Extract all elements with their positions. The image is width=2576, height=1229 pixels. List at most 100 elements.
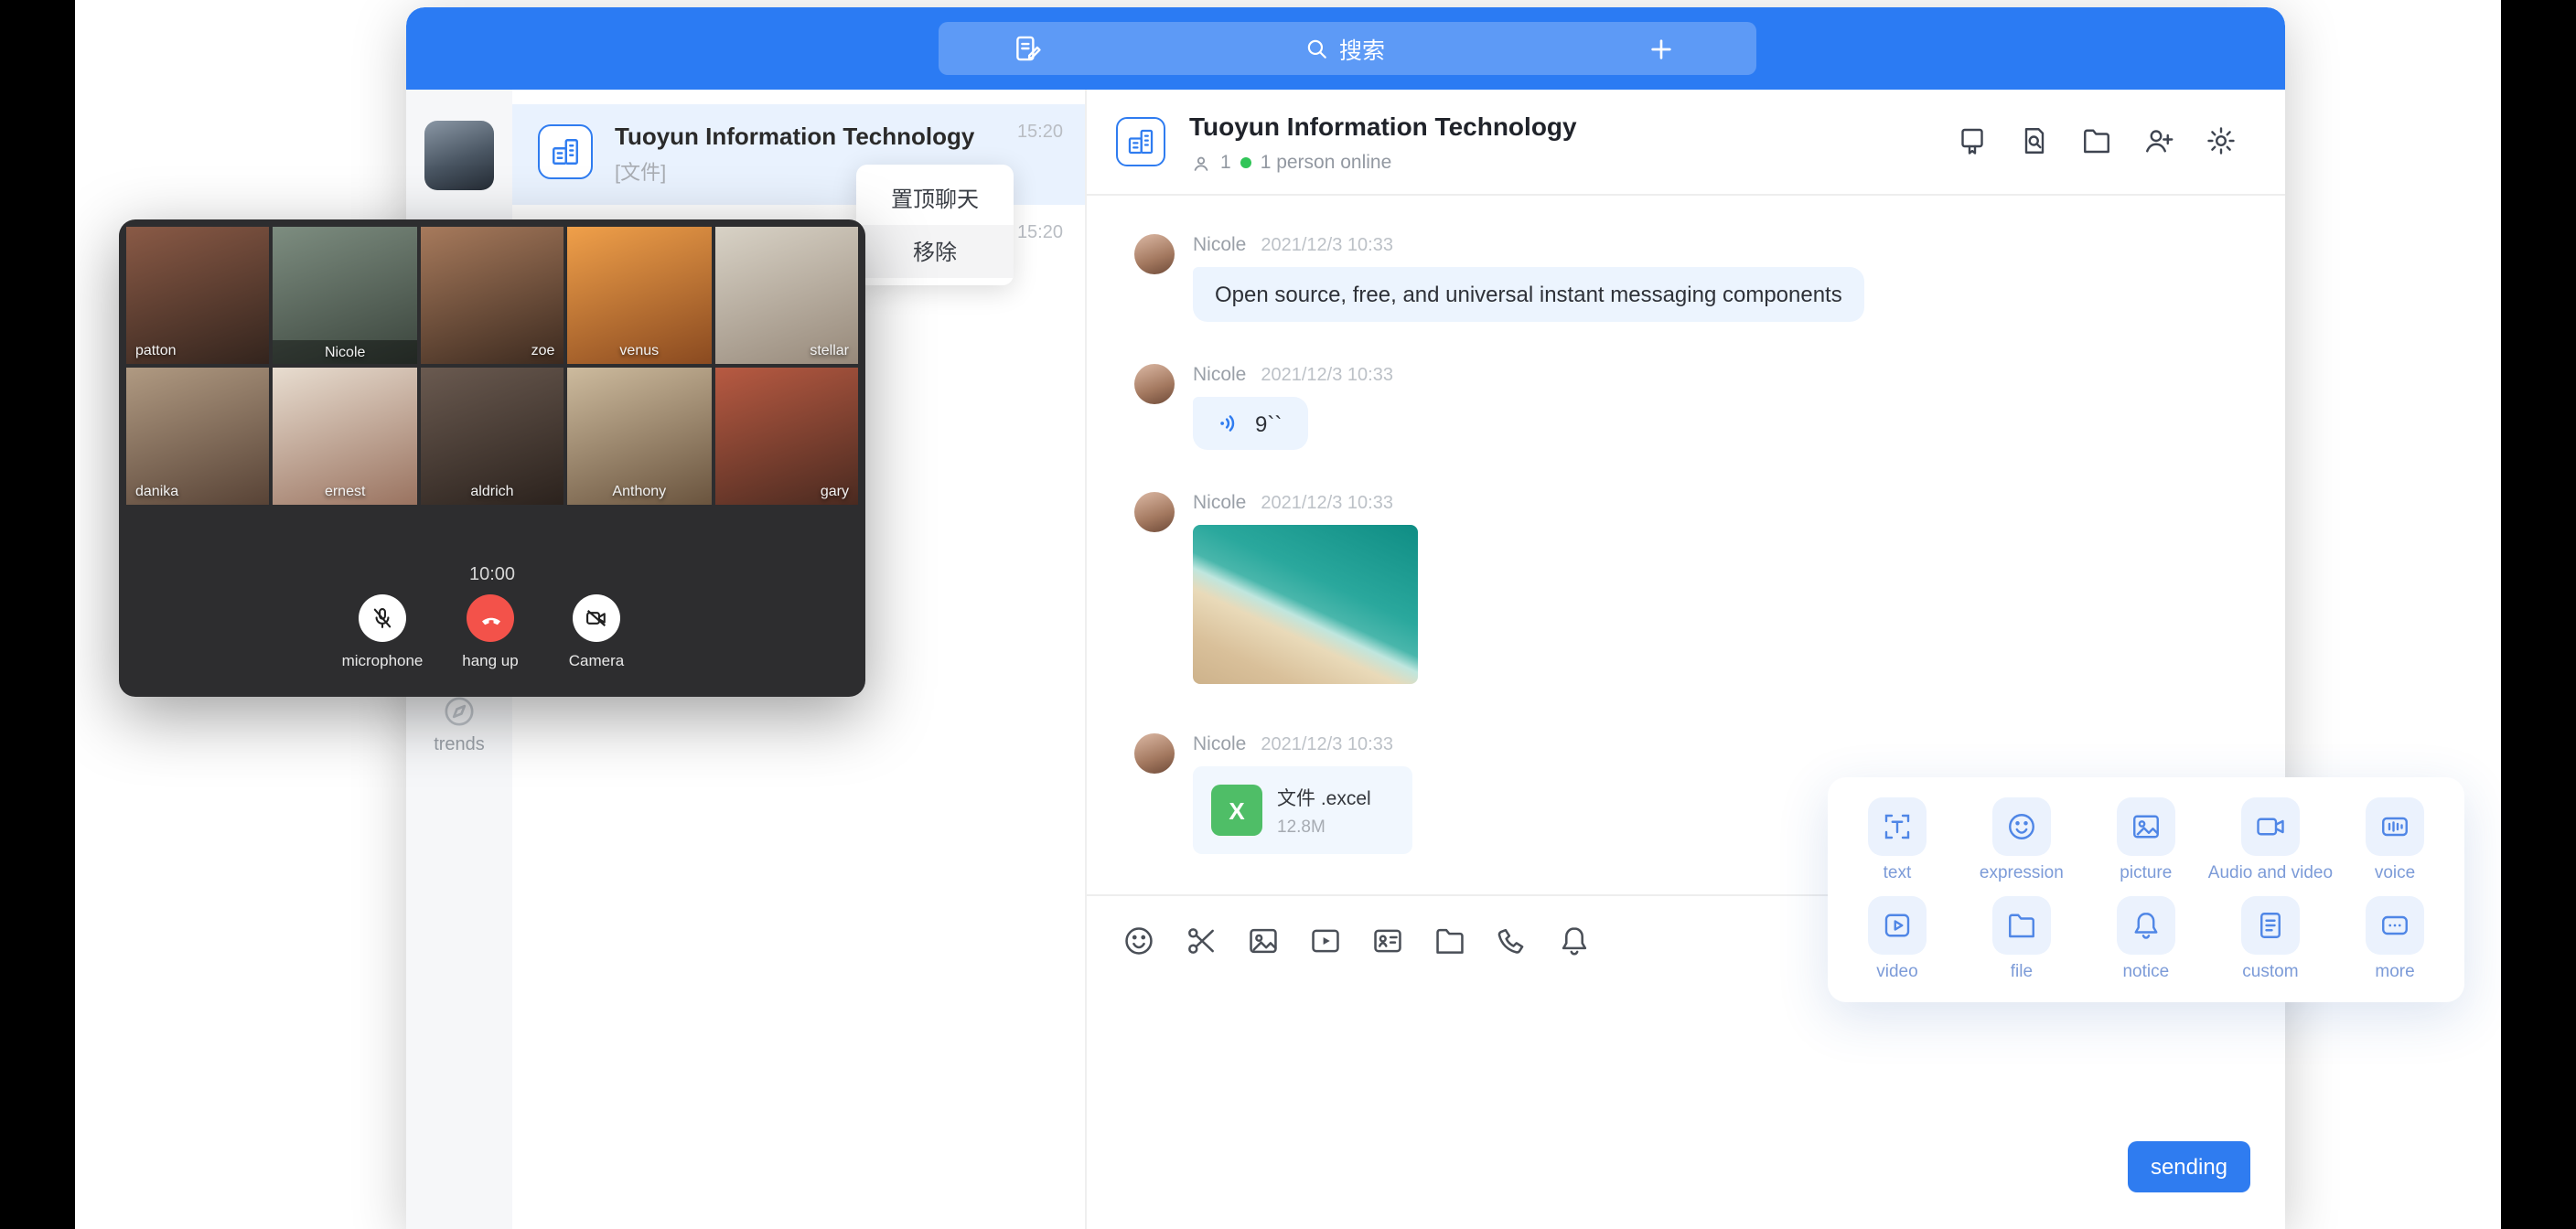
call-timer: 10:00 xyxy=(119,565,865,585)
add-member-icon[interactable] xyxy=(2142,124,2175,157)
camera-label: Camera xyxy=(532,651,660,669)
menu-item-remove[interactable]: 移除 xyxy=(856,225,1014,278)
menu-item-pin-chat[interactable]: 置顶聊天 xyxy=(856,172,1014,225)
sender-avatar xyxy=(1134,733,1175,774)
voice-duration: 9`` xyxy=(1255,411,1282,436)
participant-name: aldrich xyxy=(470,483,513,499)
message-text: Nicole 2021/12/3 10:33 Open source, free… xyxy=(1134,234,1864,322)
message-image: Nicole 2021/12/3 10:33 xyxy=(1134,492,1418,684)
trends-label: trends xyxy=(406,735,512,755)
sender-name: Nicole xyxy=(1193,234,1246,256)
chat-header: Tuoyun Information Technology 1 1 person… xyxy=(1087,90,2285,196)
video-tile: ernest xyxy=(274,368,417,505)
panel-item-custom[interactable]: custom xyxy=(2208,890,2333,989)
conversation-context-menu: 置顶聊天 移除 xyxy=(856,165,1014,285)
participant-name: stellar xyxy=(810,342,849,358)
notice-bell-icon[interactable] xyxy=(1557,924,1592,958)
participant-grid: patton Nicole zoe venus stellar danika e… xyxy=(126,227,858,505)
message-voice: Nicole 2021/12/3 10:33 9`` xyxy=(1134,364,1393,450)
video-tile: danika xyxy=(126,368,270,505)
group-announcement-icon[interactable] xyxy=(1956,124,1989,157)
conversation-time: 15:20 xyxy=(1017,123,1063,143)
user-avatar[interactable] xyxy=(424,121,494,190)
folder-icon xyxy=(1992,897,2051,956)
message-file: Nicole 2021/12/3 10:33 X 文件 .excel 12.8M xyxy=(1134,733,1412,854)
video-tile: Nicole xyxy=(274,227,417,364)
image-icon[interactable] xyxy=(1246,924,1281,958)
excel-file-icon: X xyxy=(1211,785,1262,836)
message-time: 2021/12/3 10:33 xyxy=(1261,494,1393,514)
more-dots-icon xyxy=(2366,897,2424,956)
contact-card-icon[interactable] xyxy=(1370,924,1405,958)
add-icon[interactable] xyxy=(1647,34,1676,63)
video-call-window: patton Nicole zoe venus stellar danika e… xyxy=(119,219,865,697)
voice-play-icon xyxy=(1215,410,1242,437)
search-box[interactable]: 搜索 xyxy=(1304,31,1385,66)
settings-icon[interactable] xyxy=(2205,124,2238,157)
chat-history-icon[interactable] xyxy=(2018,124,2051,157)
chat-header-actions xyxy=(1956,124,2238,157)
camera-control: Camera xyxy=(532,594,660,669)
emoji-icon[interactable] xyxy=(1122,924,1156,958)
member-count: 1 xyxy=(1220,152,1231,174)
video-tile: venus xyxy=(567,227,711,364)
panel-item-more[interactable]: more xyxy=(2333,890,2457,989)
participant-name: Anthony xyxy=(612,483,666,499)
online-status: 1 person online xyxy=(1261,152,1392,174)
video-tile: patton xyxy=(126,227,270,364)
text-icon xyxy=(1868,797,1927,856)
search-icon xyxy=(1304,37,1328,60)
panel-item-voice[interactable]: voice xyxy=(2333,790,2457,890)
hang-up-button[interactable] xyxy=(467,594,514,642)
voice-bubble[interactable]: 9`` xyxy=(1193,397,1307,450)
sender-name: Nicole xyxy=(1193,492,1246,514)
group-avatar-icon xyxy=(538,124,593,179)
sender-avatar xyxy=(1134,492,1175,532)
nav-item-trends[interactable]: trends xyxy=(406,693,512,755)
voice-icon xyxy=(2366,797,2424,856)
send-button[interactable]: sending xyxy=(2128,1141,2250,1192)
sender-avatar xyxy=(1134,234,1175,274)
panel-item-expression[interactable]: expression xyxy=(1959,790,2084,890)
panel-item-notice[interactable]: notice xyxy=(2084,890,2208,989)
message-type-panel: text expression picture Audio and video … xyxy=(1828,777,2464,1002)
video-icon[interactable] xyxy=(1308,924,1343,958)
video-play-icon xyxy=(1868,897,1927,956)
message-time: 2021/12/3 10:33 xyxy=(1261,735,1393,755)
call-icon[interactable] xyxy=(1495,924,1530,958)
group-files-icon[interactable] xyxy=(2080,124,2113,157)
video-tile: zoe xyxy=(421,227,564,364)
picture-icon xyxy=(2117,797,2175,856)
message-time: 2021/12/3 10:33 xyxy=(1261,366,1393,386)
sender-name: Nicole xyxy=(1193,364,1246,386)
beach-photo-message[interactable] xyxy=(1193,525,1418,684)
participant-name: danika xyxy=(135,483,178,499)
screenshot-scissors-icon[interactable] xyxy=(1184,924,1218,958)
chat-subtitle: 1 1 person online xyxy=(1191,152,1391,174)
file-name: 文件 .excel xyxy=(1277,784,1371,811)
bell-icon xyxy=(2117,897,2175,956)
file-message-card[interactable]: X 文件 .excel 12.8M xyxy=(1193,766,1412,854)
online-dot xyxy=(1240,157,1251,168)
panel-item-file[interactable]: file xyxy=(1959,890,2084,989)
group-avatar-icon xyxy=(1116,117,1165,166)
video-tile: gary xyxy=(714,368,858,505)
video-tile: Anthony xyxy=(567,368,711,505)
trends-icon xyxy=(406,693,512,730)
compose-icon[interactable] xyxy=(1012,33,1043,64)
panel-item-audio-video[interactable]: Audio and video xyxy=(2208,790,2333,890)
participant-name: patton xyxy=(135,342,177,358)
participant-name: Nicole xyxy=(274,340,417,364)
participant-name: ernest xyxy=(325,483,365,499)
toggle-camera-button[interactable] xyxy=(573,594,620,642)
panel-item-text[interactable]: text xyxy=(1835,790,1959,890)
expression-icon xyxy=(1992,797,2051,856)
mute-microphone-button[interactable] xyxy=(359,594,406,642)
screen: 搜索 trends xyxy=(0,0,2576,1229)
panel-item-picture[interactable]: picture xyxy=(2084,790,2208,890)
panel-item-video[interactable]: video xyxy=(1835,890,1959,989)
sender-avatar xyxy=(1134,364,1175,404)
document-icon xyxy=(2241,897,2300,956)
file-icon[interactable] xyxy=(1433,924,1467,958)
text-bubble: Open source, free, and universal instant… xyxy=(1193,267,1864,322)
